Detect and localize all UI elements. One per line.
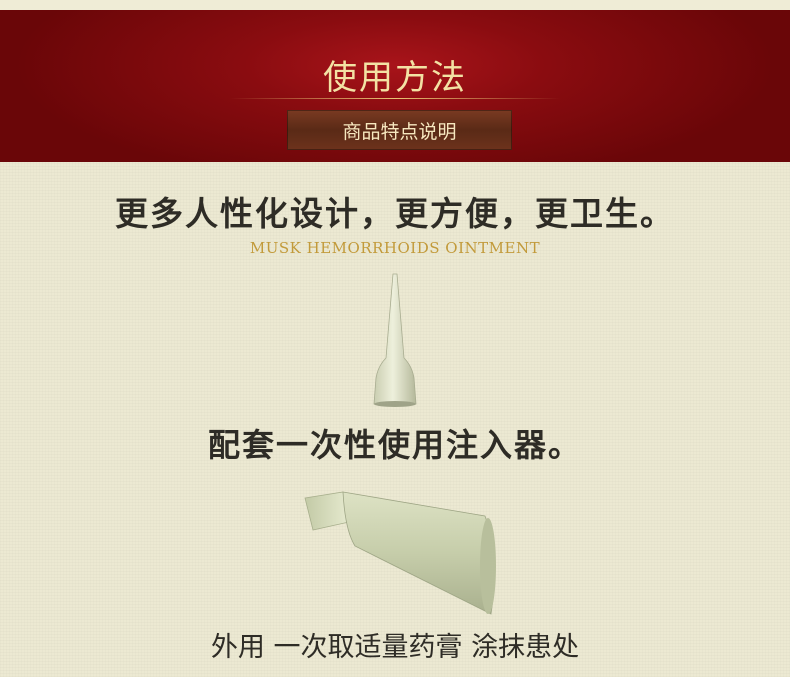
ointment-tube-image: [304, 491, 496, 615]
header-banner: 使用方法 商品特点说明: [0, 10, 790, 162]
applicator-nozzle-image: [373, 273, 417, 407]
feature-headline: 更多人性化设计，更方便，更卫生。: [115, 194, 675, 233]
usage-instruction: 外用 一次取适量药膏 涂抹患处: [210, 632, 580, 663]
applicator-caption: 配套一次性使用注入器。: [207, 426, 582, 464]
page-title: 使用方法: [323, 58, 467, 98]
title-divider: [230, 98, 560, 99]
product-subtitle: MUSK HEMORRHOIDS OINTMENT: [249, 239, 541, 257]
section-tab: 商品特点说明: [287, 110, 512, 150]
section-tab-label: 商品特点说明: [342, 120, 457, 143]
top-strip: [0, 0, 790, 10]
